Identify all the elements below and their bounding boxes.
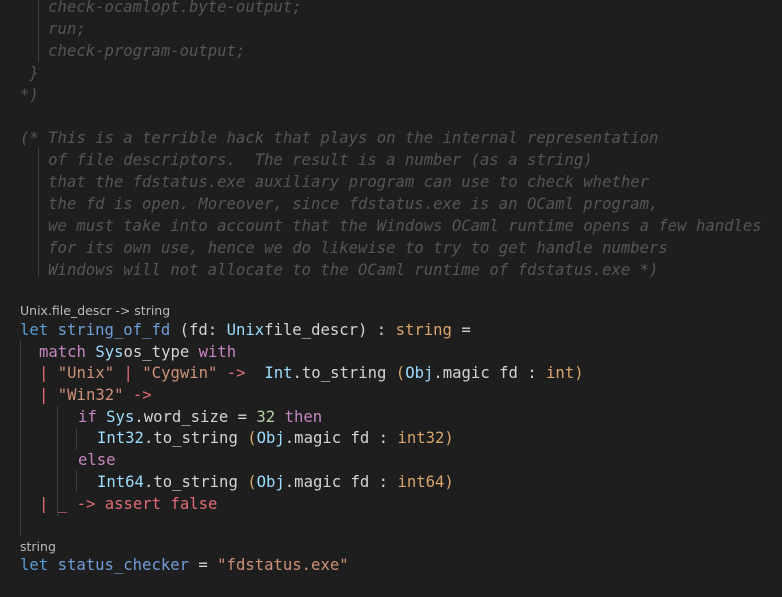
module-name: Int32 [97,429,144,447]
string-literal: "Unix" [57,364,115,382]
code-line: let status_checker = "fdstatus.exe" [20,554,349,576]
return-type: string [395,321,452,339]
code-line-comment: for its own use, hence we do likewise to… [20,239,668,257]
indent-guide [76,470,77,492]
function-call: .magic fd : [284,429,398,447]
module-name: Obj [405,364,434,382]
string-literal: "Win32" [57,386,124,404]
code-line-comment: that the fdstatus.exe auxiliary program … [20,173,650,191]
type-name: int64 [397,473,445,491]
keyword-false: false [170,495,218,513]
arrow: -> [132,386,152,404]
module-name: Obj [256,429,285,447]
punct: ( [386,364,406,382]
arrow: -> [76,495,96,513]
type-hint-codelens[interactable]: Unix.file_descr -> string [20,302,170,320]
code-line-comment: of file descriptors. The result is a num… [20,151,593,169]
keyword-else: else [78,451,116,469]
punct: ) [444,473,454,491]
keyword-let: let [20,556,49,574]
function-call: .magic fd : [433,364,547,382]
type-name: int32 [397,429,445,447]
code-line: if Sys.word_size = 32 then [78,406,322,428]
module-name: Sys [106,408,135,426]
indent-guide [76,428,77,450]
pattern-bar: | [39,364,49,382]
punct: = [228,408,257,426]
code-line: else [78,449,116,471]
function-call: .to_string [143,473,238,491]
punct: ) [444,429,454,447]
pattern-bar: | [39,386,49,404]
code-line-comment: } [20,64,39,82]
code-line-comment: run; [20,20,86,38]
keyword-assert: assert [104,495,162,513]
pattern-bar: | [123,364,133,382]
code-line-comment: check-program-output; [20,42,246,60]
code-line-comment: (* This is a terrible hack that plays on… [20,129,659,147]
wildcard: _ [57,495,68,513]
keyword-let: let [20,321,49,339]
punct: = [189,556,218,574]
keyword-match: match [39,343,86,361]
code-editor[interactable]: check-ocamlopt.byte-output; run; check-p… [0,0,782,597]
code-line-comment: we must take into account that the Windo… [20,217,762,235]
type-name: int [546,364,575,382]
type-name: file_descr [264,321,359,339]
code-line: Int32.to_string (Obj.magic fd : int32) [97,427,454,449]
code-line-comment: Windows will not allocate to the OCaml r… [20,261,659,279]
module-name: Int [264,364,293,382]
function-call: .to_string [292,364,387,382]
module-name: Sys [95,343,124,361]
code-line: | "Win32" -> [39,384,152,406]
field-name: os_type [123,343,190,361]
code-line: Int64.to_string (Obj.magic fd : int64) [97,471,454,493]
function-name[interactable]: string_of_fd [58,321,171,339]
code-line: | "Unix" | "Cygwin" -> Int.to_string (Ob… [39,362,584,384]
punct: : [207,321,227,339]
pattern-bar: | [39,495,49,513]
keyword-with: with [198,343,237,361]
function-call: .to_string [143,429,238,447]
punct: ) : [358,321,396,339]
punct: ) [574,364,584,382]
code-line-comment: *) [20,86,39,104]
punct: ( [237,473,257,491]
punct: = [451,321,471,339]
indent-guide [20,340,21,536]
code-line-comment: the fd is open. Moreover, since fdstatus… [20,195,659,213]
module-name: Unix [226,321,265,339]
code-line-comment: check-ocamlopt.byte-output; [20,0,302,16]
module-name: Int64 [97,473,144,491]
number-literal: 32 [256,408,276,426]
function-call: .magic fd : [284,473,398,491]
arrow: -> [226,364,246,382]
module-name: Obj [256,473,285,491]
code-line: let string_of_fd (fd: Unixfile_descr) : … [20,319,471,341]
punct: ( [237,429,257,447]
keyword-if: if [78,408,97,426]
punct: ( [170,321,190,339]
param-name: fd [189,321,208,339]
string-literal: "Cygwin" [142,364,218,382]
string-literal: "fdstatus.exe" [217,556,349,574]
code-line: match Sysos_type with [39,341,236,363]
field-name: .word_size [134,408,229,426]
function-name[interactable]: status_checker [58,556,189,574]
code-line: | _ -> assert false [39,493,217,515]
keyword-then: then [284,408,323,426]
